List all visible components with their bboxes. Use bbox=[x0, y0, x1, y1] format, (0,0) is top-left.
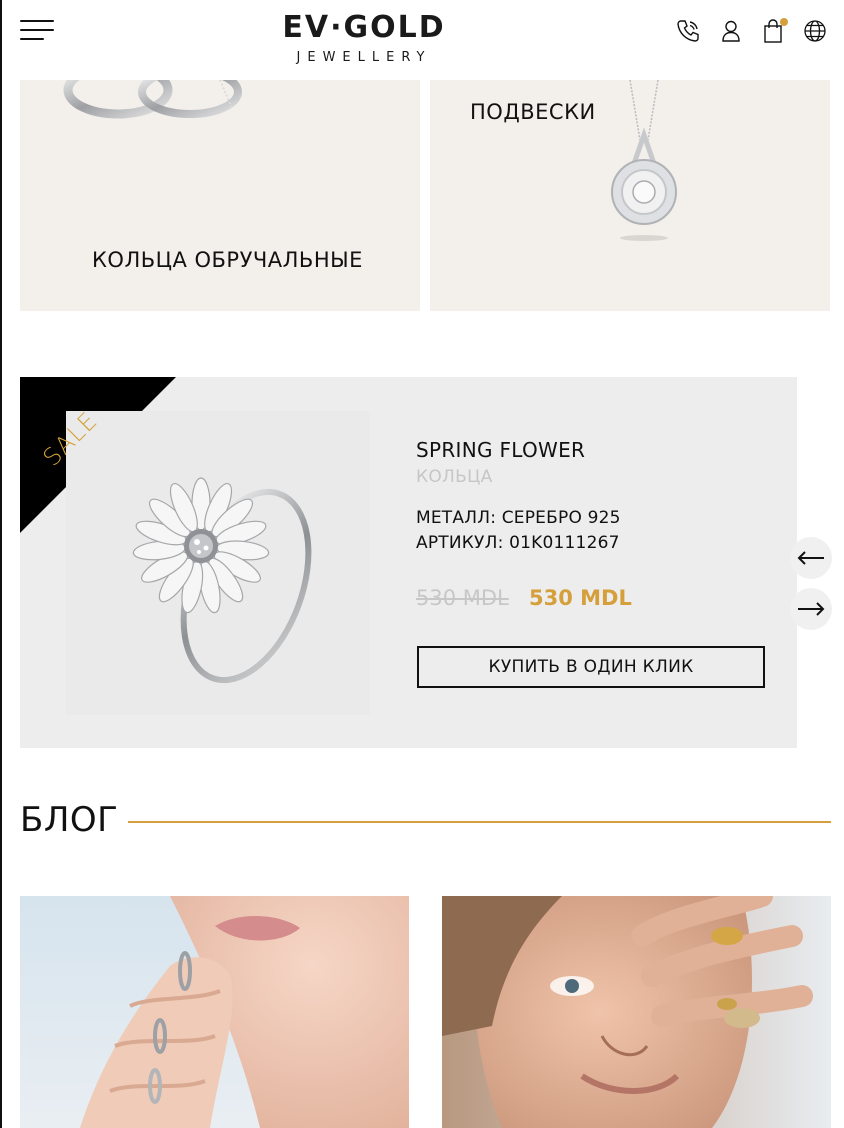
blog-card[interactable] bbox=[442, 896, 831, 1128]
blog-image bbox=[20, 896, 409, 1128]
product-metal: МЕТАЛЛ: СЕРЕБРО 925 bbox=[416, 508, 621, 528]
product-card: SALE SPRING FLOWER КОЛЬЦА МЕТАЛЛ: СЕРЕБР… bbox=[20, 377, 797, 748]
category-tile-wedding-rings[interactable]: КОЛЬЦА ОБРУЧАЛЬНЫЕ bbox=[20, 80, 420, 311]
blog-card[interactable] bbox=[20, 896, 409, 1128]
product-category: КОЛЬЦА bbox=[416, 467, 493, 487]
logo[interactable]: EV·GOLD JEWELLERY bbox=[242, 12, 486, 68]
blog-heading: БЛОГ bbox=[20, 800, 119, 840]
arrow-right-icon[interactable] bbox=[790, 588, 832, 630]
logo-main-text: EV·GOLD bbox=[282, 10, 446, 45]
user-icon[interactable] bbox=[718, 18, 744, 44]
cart-icon[interactable] bbox=[760, 18, 788, 44]
arrow-left-icon[interactable] bbox=[790, 537, 832, 579]
blog-image bbox=[442, 896, 831, 1128]
menu-icon[interactable] bbox=[20, 20, 56, 42]
buy-one-click-button[interactable]: КУПИТЬ В ОДИН КЛИК bbox=[417, 646, 765, 688]
logo-sub-text: JEWELLERY bbox=[296, 50, 432, 65]
site-header: EV·GOLD JEWELLERY bbox=[2, 0, 844, 80]
category-label: ПОДВЕСКИ bbox=[470, 100, 596, 124]
price-old: 530 MDL bbox=[416, 586, 509, 610]
globe-icon[interactable] bbox=[802, 18, 828, 44]
category-label: КОЛЬЦА ОБРУЧАЛЬНЫЕ bbox=[92, 248, 363, 272]
product-title[interactable]: SPRING FLOWER bbox=[416, 438, 585, 462]
blog-divider bbox=[128, 821, 831, 823]
pendant-image bbox=[611, 80, 677, 241]
category-tile-pendants[interactable]: ПОДВЕСКИ bbox=[430, 80, 830, 311]
price-new: 530 MDL bbox=[529, 586, 632, 610]
cart-badge bbox=[780, 18, 788, 26]
product-image[interactable] bbox=[66, 411, 370, 715]
wedding-rings-image bbox=[63, 80, 242, 119]
phone-icon[interactable] bbox=[675, 18, 701, 44]
product-article: АРТИКУЛ: 01K0111267 bbox=[416, 533, 620, 553]
